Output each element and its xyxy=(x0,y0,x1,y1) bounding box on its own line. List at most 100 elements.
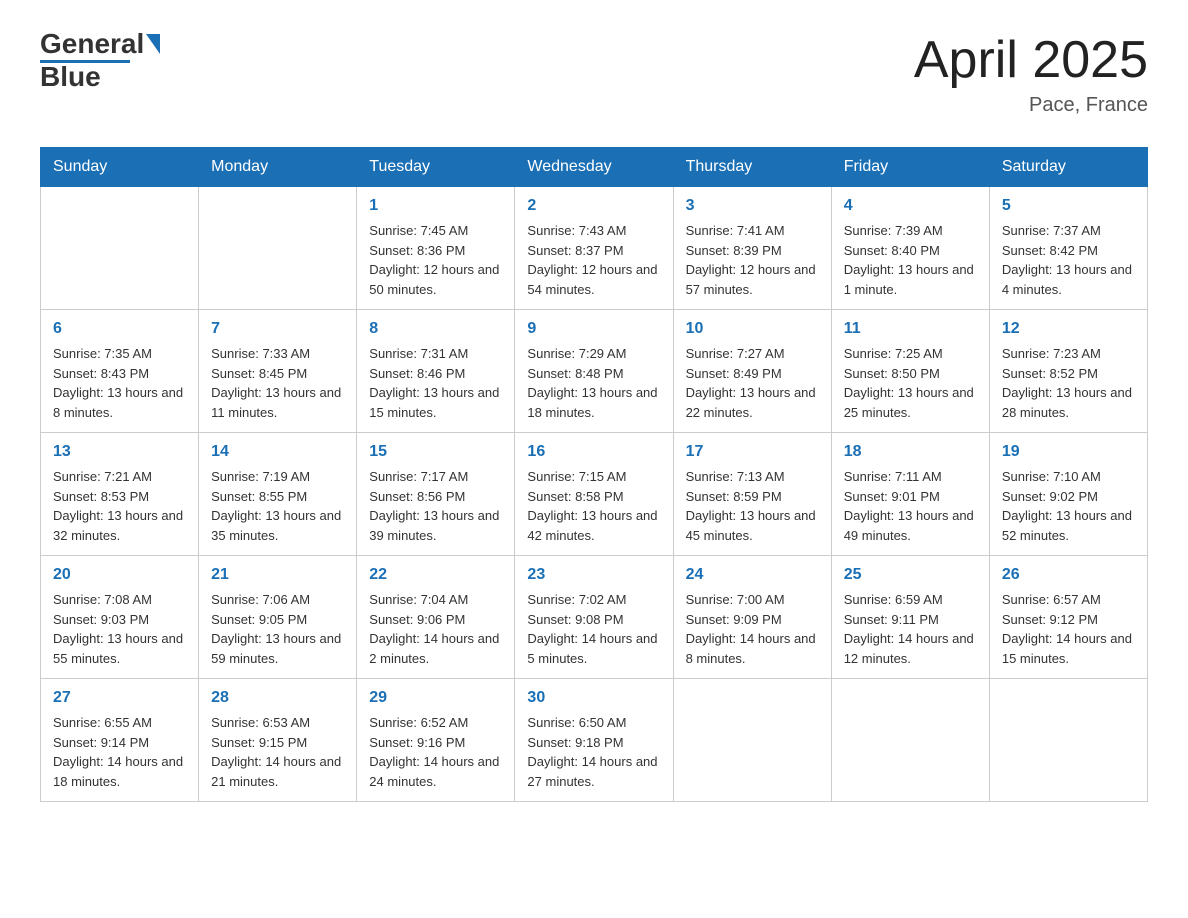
logo-triangle-icon xyxy=(146,34,160,54)
day-info: Sunrise: 7:15 AMSunset: 8:58 PMDaylight:… xyxy=(527,467,660,545)
day-info: Sunrise: 6:59 AMSunset: 9:11 PMDaylight:… xyxy=(844,590,977,668)
calendar-cell xyxy=(831,679,989,802)
weekday-header-row: SundayMondayTuesdayWednesdayThursdayFrid… xyxy=(41,148,1148,187)
day-info: Sunrise: 7:11 AMSunset: 9:01 PMDaylight:… xyxy=(844,467,977,545)
day-number: 13 xyxy=(53,443,186,461)
day-number: 10 xyxy=(686,320,819,338)
header-monday: Monday xyxy=(199,148,357,187)
day-number: 24 xyxy=(686,566,819,584)
day-info: Sunrise: 7:39 AMSunset: 8:40 PMDaylight:… xyxy=(844,221,977,299)
day-number: 16 xyxy=(527,443,660,461)
header-sunday: Sunday xyxy=(41,148,199,187)
calendar-cell: 27 Sunrise: 6:55 AMSunset: 9:14 PMDayligh… xyxy=(41,679,199,802)
calendar-cell: 8Sunrise: 7:31 AMSunset: 8:46 PMDaylight… xyxy=(357,310,515,433)
header-saturday: Saturday xyxy=(989,148,1147,187)
calendar-cell: 20 Sunrise: 7:08 AMSunset: 9:03 PMDayligh… xyxy=(41,556,199,679)
header-thursday: Thursday xyxy=(673,148,831,187)
calendar-cell: 13 Sunrise: 7:21 AMSunset: 8:53 PMDayligh… xyxy=(41,433,199,556)
calendar-cell: 18 Sunrise: 7:11 AMSunset: 9:01 PMDayligh… xyxy=(831,433,989,556)
day-info: Sunrise: 6:50 AMSunset: 9:18 PMDaylight:… xyxy=(527,713,660,791)
calendar-cell: 5Sunrise: 7:37 AMSunset: 8:42 PMDaylight… xyxy=(989,187,1147,310)
day-info: Sunrise: 7:35 AMSunset: 8:43 PMDaylight:… xyxy=(53,344,186,422)
day-number: 21 xyxy=(211,566,344,584)
day-number: 26 xyxy=(1002,566,1135,584)
calendar-cell: 26 Sunrise: 6:57 AMSunset: 9:12 PMDayligh… xyxy=(989,556,1147,679)
day-info: Sunrise: 7:17 AMSunset: 8:56 PMDaylight:… xyxy=(369,467,502,545)
day-info: Sunrise: 6:55 AMSunset: 9:14 PMDaylight:… xyxy=(53,713,186,791)
calendar-cell: 7 Sunrise: 7:33 AMSunset: 8:45 PMDaylight… xyxy=(199,310,357,433)
month-title: April 2025 xyxy=(914,30,1148,90)
day-number: 6 xyxy=(53,320,186,338)
header-tuesday: Tuesday xyxy=(357,148,515,187)
day-number: 18 xyxy=(844,443,977,461)
week-row-1: 1Sunrise: 7:45 AMSunset: 8:36 PMDaylight… xyxy=(41,187,1148,310)
week-row-5: 27 Sunrise: 6:55 AMSunset: 9:14 PMDayligh… xyxy=(41,679,1148,802)
day-number: 29 xyxy=(369,689,502,707)
calendar-cell: 10 Sunrise: 7:27 AMSunset: 8:49 PMDayligh… xyxy=(673,310,831,433)
day-number: 25 xyxy=(844,566,977,584)
calendar-cell: 2Sunrise: 7:43 AMSunset: 8:37 PMDaylight… xyxy=(515,187,673,310)
calendar-cell xyxy=(989,679,1147,802)
calendar-cell: 17Sunrise: 7:13 AMSunset: 8:59 PMDayligh… xyxy=(673,433,831,556)
calendar-cell: 28 Sunrise: 6:53 AMSunset: 9:15 PMDayligh… xyxy=(199,679,357,802)
day-info: Sunrise: 7:33 AMSunset: 8:45 PMDaylight:… xyxy=(211,344,344,422)
day-number: 9 xyxy=(527,320,660,338)
calendar-cell: 22 Sunrise: 7:04 AMSunset: 9:06 PMDayligh… xyxy=(357,556,515,679)
calendar-cell: 6 Sunrise: 7:35 AMSunset: 8:43 PMDaylight… xyxy=(41,310,199,433)
calendar-table: SundayMondayTuesdayWednesdayThursdayFrid… xyxy=(40,147,1148,802)
day-number: 19 xyxy=(1002,443,1135,461)
day-number: 27 xyxy=(53,689,186,707)
calendar-cell xyxy=(673,679,831,802)
day-info: Sunrise: 6:53 AMSunset: 9:15 PMDaylight:… xyxy=(211,713,344,791)
day-number: 11 xyxy=(844,320,977,338)
day-info: Sunrise: 7:25 AMSunset: 8:50 PMDaylight:… xyxy=(844,344,977,422)
day-info: Sunrise: 7:45 AMSunset: 8:36 PMDaylight:… xyxy=(369,221,502,299)
week-row-4: 20 Sunrise: 7:08 AMSunset: 9:03 PMDayligh… xyxy=(41,556,1148,679)
calendar-cell: 9Sunrise: 7:29 AMSunset: 8:48 PMDaylight… xyxy=(515,310,673,433)
day-number: 12 xyxy=(1002,320,1135,338)
day-info: Sunrise: 7:19 AMSunset: 8:55 PMDaylight:… xyxy=(211,467,344,545)
calendar-cell: 23Sunrise: 7:02 AMSunset: 9:08 PMDayligh… xyxy=(515,556,673,679)
day-number: 17 xyxy=(686,443,819,461)
calendar-cell: 11 Sunrise: 7:25 AMSunset: 8:50 PMDayligh… xyxy=(831,310,989,433)
calendar-cell: 3Sunrise: 7:41 AMSunset: 8:39 PMDaylight… xyxy=(673,187,831,310)
day-info: Sunrise: 6:52 AMSunset: 9:16 PMDaylight:… xyxy=(369,713,502,791)
logo-general-text: General xyxy=(40,30,144,58)
day-info: Sunrise: 7:10 AMSunset: 9:02 PMDaylight:… xyxy=(1002,467,1135,545)
day-info: Sunrise: 7:06 AMSunset: 9:05 PMDaylight:… xyxy=(211,590,344,668)
day-info: Sunrise: 7:41 AMSunset: 8:39 PMDaylight:… xyxy=(686,221,819,299)
calendar-cell: 1Sunrise: 7:45 AMSunset: 8:36 PMDaylight… xyxy=(357,187,515,310)
calendar-cell xyxy=(41,187,199,310)
week-row-3: 13 Sunrise: 7:21 AMSunset: 8:53 PMDayligh… xyxy=(41,433,1148,556)
calendar-cell: 19 Sunrise: 7:10 AMSunset: 9:02 PMDayligh… xyxy=(989,433,1147,556)
day-info: Sunrise: 7:31 AMSunset: 8:46 PMDaylight:… xyxy=(369,344,502,422)
day-info: Sunrise: 7:02 AMSunset: 9:08 PMDaylight:… xyxy=(527,590,660,668)
day-info: Sunrise: 7:04 AMSunset: 9:06 PMDaylight:… xyxy=(369,590,502,668)
title-area: April 2025 Pace, France xyxy=(914,30,1148,117)
calendar-cell: 12Sunrise: 7:23 AMSunset: 8:52 PMDayligh… xyxy=(989,310,1147,433)
day-number: 28 xyxy=(211,689,344,707)
day-number: 14 xyxy=(211,443,344,461)
day-info: Sunrise: 7:21 AMSunset: 8:53 PMDaylight:… xyxy=(53,467,186,545)
calendar-cell: 4Sunrise: 7:39 AMSunset: 8:40 PMDaylight… xyxy=(831,187,989,310)
day-info: Sunrise: 6:57 AMSunset: 9:12 PMDaylight:… xyxy=(1002,590,1135,668)
day-info: Sunrise: 7:37 AMSunset: 8:42 PMDaylight:… xyxy=(1002,221,1135,299)
calendar-cell: 25 Sunrise: 6:59 AMSunset: 9:11 PMDayligh… xyxy=(831,556,989,679)
calendar-cell: 24Sunrise: 7:00 AMSunset: 9:09 PMDayligh… xyxy=(673,556,831,679)
week-row-2: 6 Sunrise: 7:35 AMSunset: 8:43 PMDaylight… xyxy=(41,310,1148,433)
logo: General Blue xyxy=(40,30,160,91)
header-friday: Friday xyxy=(831,148,989,187)
day-number: 20 xyxy=(53,566,186,584)
day-info: Sunrise: 7:08 AMSunset: 9:03 PMDaylight:… xyxy=(53,590,186,668)
calendar-cell: 15 Sunrise: 7:17 AMSunset: 8:56 PMDayligh… xyxy=(357,433,515,556)
day-number: 22 xyxy=(369,566,502,584)
day-info: Sunrise: 7:27 AMSunset: 8:49 PMDaylight:… xyxy=(686,344,819,422)
calendar-cell: 16 Sunrise: 7:15 AMSunset: 8:58 PMDayligh… xyxy=(515,433,673,556)
calendar-cell: 30Sunrise: 6:50 AMSunset: 9:18 PMDayligh… xyxy=(515,679,673,802)
day-number: 2 xyxy=(527,197,660,215)
calendar-cell xyxy=(199,187,357,310)
calendar-cell: 29 Sunrise: 6:52 AMSunset: 9:16 PMDayligh… xyxy=(357,679,515,802)
day-number: 15 xyxy=(369,443,502,461)
calendar-cell: 14 Sunrise: 7:19 AMSunset: 8:55 PMDayligh… xyxy=(199,433,357,556)
day-number: 7 xyxy=(211,320,344,338)
